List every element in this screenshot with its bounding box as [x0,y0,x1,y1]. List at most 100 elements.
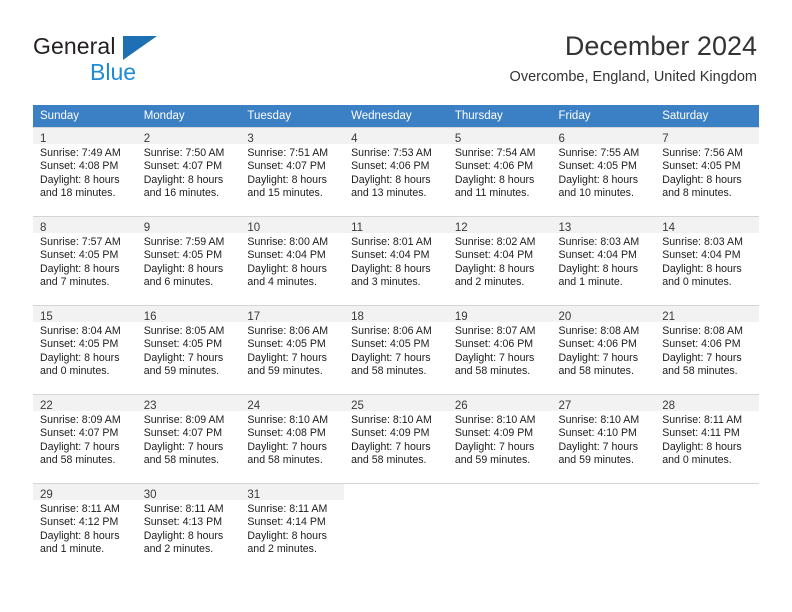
day-sunset-text: Sunset: 4:08 PM [40,160,119,173]
calendar-day-cell[interactable]: 3 Sunrise: 7:51 AM Sunset: 4:07 PM Daylight… [240,127,345,216]
weekday-header-tuesday: Tuesday [240,105,345,127]
day-number: 28 [662,400,676,412]
day-sun-info: Sunrise: 8:04 AM Sunset: 4:05 PM Daylight:… [33,322,137,379]
calendar-day-cell[interactable]: 9 Sunrise: 7:59 AM Sunset: 4:05 PM Daylight… [136,216,241,305]
calendar-day-cell[interactable]: 10 Sunrise: 8:00 AM Sunset: 4:04 PM Dayligh… [240,216,345,305]
calendar-day-cell[interactable]: 31 Sunrise: 8:11 AM Sunset: 4:14 PM Dayligh… [240,483,345,572]
calendar-day-cell[interactable]: 27 Sunrise: 8:10 AM Sunset: 4:10 PM Dayligh… [551,394,656,483]
calendar-day-cell[interactable]: 26 Sunrise: 8:10 AM Sunset: 4:09 PM Dayligh… [447,394,552,483]
day-daylight2-text: and 2 minutes. [454,276,525,289]
calendar-day-cell[interactable]: 30 Sunrise: 8:11 AM Sunset: 4:13 PM Dayligh… [136,483,241,572]
logo-triangle-icon [123,36,157,60]
day-sun-info: Sunrise: 7:53 AM Sunset: 4:06 PM Daylight:… [344,144,448,201]
calendar-day-cell[interactable]: 24 Sunrise: 8:10 AM Sunset: 4:08 PM Dayligh… [240,394,345,483]
day-number-bar: 27 [551,395,656,412]
calendar-week-row: 22 Sunrise: 8:09 AM Sunset: 4:07 PM Dayligh… [33,394,759,483]
calendar-day-cell[interactable]: 22 Sunrise: 8:09 AM Sunset: 4:07 PM Dayligh… [33,394,137,483]
day-sunset-text: Sunset: 4:06 PM [351,160,430,173]
day-sunrise-text: Sunrise: 8:08 AM [558,325,640,337]
calendar-day-cell[interactable]: 17 Sunrise: 8:06 AM Sunset: 4:05 PM Dayligh… [240,305,345,394]
day-number: 18 [351,311,364,323]
day-number: 2 [143,133,151,145]
day-sun-info: Sunrise: 7:51 AM Sunset: 4:07 PM Daylight:… [240,144,344,201]
day-daylight2-text: and 11 minutes. [454,187,530,200]
day-daylight1-text: Daylight: 8 hours [247,173,327,186]
calendar-day-cell[interactable]: 15 Sunrise: 8:04 AM Sunset: 4:05 PM Dayligh… [33,305,137,394]
calendar-day-cell[interactable]: 12 Sunrise: 8:02 AM Sunset: 4:04 PM Dayligh… [447,216,552,305]
day-number-bar: 10 [240,217,345,234]
day-sunrise-text: Sunrise: 8:02 AM [454,236,536,248]
day-daylight1-text: Daylight: 7 hours [454,351,535,364]
calendar-day-cell[interactable] [551,483,656,572]
day-sun-info: Sunrise: 8:05 AM Sunset: 4:05 PM Daylight:… [137,322,241,379]
day-cell-inner: 6 Sunrise: 7:55 AM Sunset: 4:05 PM Daylight… [551,127,656,216]
day-sun-info [448,500,552,503]
day-sun-info: Sunrise: 8:10 AM Sunset: 4:09 PM Daylight:… [344,411,448,468]
calendar-day-cell[interactable]: 7 Sunrise: 7:56 AM Sunset: 4:05 PM Daylight… [655,127,759,216]
day-sunrise-text: Sunrise: 7:53 AM [351,147,432,159]
calendar-day-cell[interactable] [655,483,759,572]
day-number-bar: 12 [447,217,552,234]
day-daylight1-text: Daylight: 8 hours [558,262,639,275]
calendar-day-cell[interactable]: 2 Sunrise: 7:50 AM Sunset: 4:07 PM Daylight… [136,127,241,216]
day-cell-inner: 22 Sunrise: 8:09 AM Sunset: 4:07 PM Dayligh… [33,394,137,483]
day-sunrise-text: Sunrise: 7:51 AM [247,147,329,159]
day-daylight2-text: and 58 minutes. [662,365,738,378]
calendar-week-row: 29 Sunrise: 8:11 AM Sunset: 4:12 PM Dayligh… [33,483,759,572]
day-sun-info: Sunrise: 8:11 AM Sunset: 4:11 PM Daylight:… [655,411,759,468]
day-sun-info: Sunrise: 8:10 AM Sunset: 4:09 PM Daylight:… [448,411,552,468]
calendar-day-cell[interactable] [344,483,448,572]
calendar-day-cell[interactable]: 19 Sunrise: 8:07 AM Sunset: 4:06 PM Dayligh… [447,305,552,394]
calendar-day-cell[interactable]: 18 Sunrise: 8:06 AM Sunset: 4:05 PM Dayligh… [344,305,448,394]
calendar-day-cell[interactable]: 6 Sunrise: 7:55 AM Sunset: 4:05 PM Daylight… [551,127,656,216]
calendar-page: General Blue December 2024 Overcombe, En… [0,0,792,612]
day-number: 24 [247,400,261,412]
day-number-bar: 31 [240,484,345,501]
calendar-day-cell[interactable]: 8 Sunrise: 7:57 AM Sunset: 4:05 PM Daylight… [33,216,137,305]
day-sun-info: Sunrise: 8:06 AM Sunset: 4:05 PM Daylight:… [344,322,448,379]
day-number-bar: 11 [344,217,448,234]
calendar-day-cell[interactable]: 25 Sunrise: 8:10 AM Sunset: 4:09 PM Dayligh… [344,394,448,483]
day-sunrise-text: Sunrise: 8:09 AM [40,414,121,426]
calendar-day-cell[interactable]: 23 Sunrise: 8:09 AM Sunset: 4:07 PM Dayligh… [136,394,241,483]
calendar-day-cell[interactable]: 28 Sunrise: 8:11 AM Sunset: 4:11 PM Dayligh… [655,394,759,483]
day-sunset-text: Sunset: 4:04 PM [247,249,326,262]
calendar-day-cell[interactable]: 13 Sunrise: 8:03 AM Sunset: 4:04 PM Dayligh… [551,216,656,305]
day-number-bar [552,484,656,500]
calendar-day-cell[interactable]: 5 Sunrise: 7:54 AM Sunset: 4:06 PM Daylight… [447,127,552,216]
day-number: 25 [351,400,364,412]
day-sunset-text: Sunset: 4:07 PM [40,427,119,440]
day-sunset-text: Sunset: 4:05 PM [40,249,119,262]
day-number: 13 [558,222,572,234]
day-daylight1-text: Daylight: 7 hours [351,351,431,364]
day-sunrise-text: Sunrise: 8:05 AM [143,325,225,337]
day-number: 29 [40,489,53,501]
day-sun-info: Sunrise: 7:55 AM Sunset: 4:05 PM Daylight:… [552,144,656,201]
day-cell-inner: 17 Sunrise: 8:06 AM Sunset: 4:05 PM Dayligh… [240,305,345,394]
day-sun-info: Sunrise: 8:09 AM Sunset: 4:07 PM Daylight:… [33,411,137,468]
day-number-bar: 17 [240,306,345,323]
day-daylight2-text: and 59 minutes. [247,365,323,378]
calendar-day-cell[interactable]: 21 Sunrise: 8:08 AM Sunset: 4:06 PM Dayligh… [655,305,759,394]
day-number-bar: 5 [447,128,552,145]
day-daylight1-text: Daylight: 7 hours [558,351,639,364]
day-daylight2-text: and 59 minutes. [143,365,220,378]
day-sunset-text: Sunset: 4:07 PM [143,160,223,173]
calendar-day-cell[interactable]: 20 Sunrise: 8:08 AM Sunset: 4:06 PM Dayligh… [551,305,656,394]
day-number-bar: 23 [136,395,241,412]
day-number: 10 [247,222,261,234]
calendar-day-cell[interactable]: 14 Sunrise: 8:03 AM Sunset: 4:04 PM Dayligh… [655,216,759,305]
day-sun-info: Sunrise: 8:00 AM Sunset: 4:04 PM Daylight:… [240,233,344,290]
day-cell-inner: 5 Sunrise: 7:54 AM Sunset: 4:06 PM Daylight… [447,127,552,216]
calendar-day-cell[interactable]: 29 Sunrise: 8:11 AM Sunset: 4:12 PM Dayligh… [33,483,137,572]
day-sunrise-text: Sunrise: 8:01 AM [351,236,432,248]
day-cell-inner [344,483,448,572]
day-number: 26 [454,400,468,412]
calendar-day-cell[interactable]: 11 Sunrise: 8:01 AM Sunset: 4:04 PM Dayligh… [344,216,448,305]
calendar-day-cell[interactable]: 4 Sunrise: 7:53 AM Sunset: 4:06 PM Daylight… [344,127,448,216]
calendar-day-cell[interactable]: 16 Sunrise: 8:05 AM Sunset: 4:05 PM Dayligh… [136,305,241,394]
general-blue-logo[interactable]: General Blue [33,33,233,85]
day-daylight1-text: Daylight: 8 hours [454,173,535,186]
calendar-day-cell[interactable] [447,483,552,572]
calendar-day-cell[interactable]: 1 Sunrise: 7:49 AM Sunset: 4:08 PM Daylight… [33,127,137,216]
